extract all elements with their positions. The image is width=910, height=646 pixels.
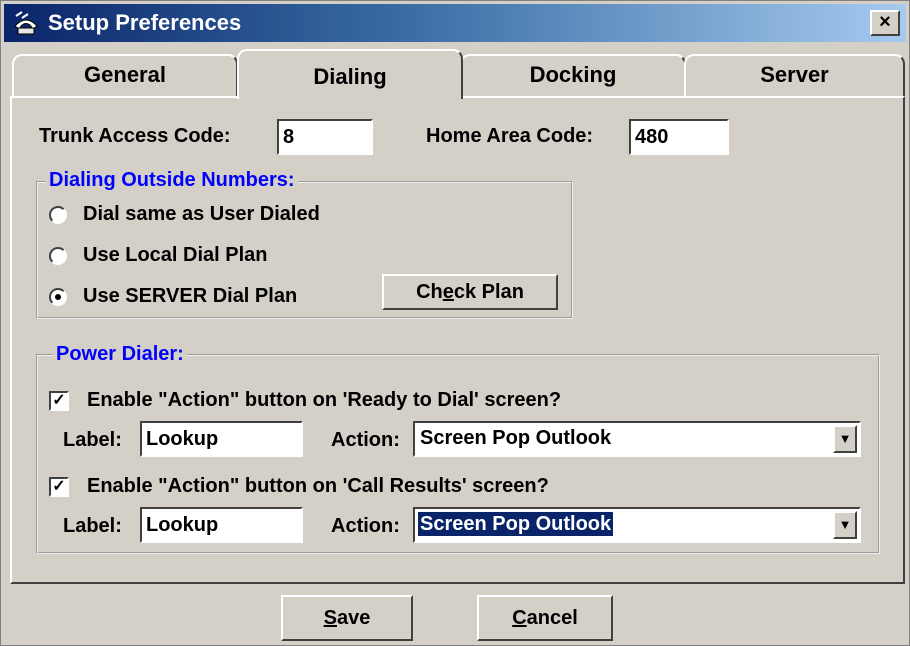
results-action-caption: Action: bbox=[331, 515, 400, 537]
close-button[interactable]: × bbox=[870, 10, 900, 36]
radio-use-local-dial-plan[interactable] bbox=[49, 247, 67, 265]
results-label-input[interactable]: Lookup bbox=[140, 507, 303, 543]
results-action-dropdown-arrow[interactable]: ▼ bbox=[833, 511, 857, 539]
radio-label-dial-same: Dial same as User Dialed bbox=[83, 203, 320, 225]
radio-dial-same-as-user[interactable] bbox=[49, 206, 67, 224]
results-action-value: Screen Pop Outlook bbox=[418, 512, 614, 536]
radio-label-server-plan: Use SERVER Dial Plan bbox=[83, 285, 298, 307]
tab-server[interactable]: Server bbox=[684, 54, 905, 96]
window-title: Setup Preferences bbox=[48, 10, 242, 35]
check-plan-text-start: Ch bbox=[416, 281, 443, 303]
trunk-access-code-input[interactable]: 8 bbox=[277, 119, 373, 155]
radio-label-local-plan: Use Local Dial Plan bbox=[83, 244, 268, 266]
dialing-outside-numbers-legend: Dialing Outside Numbers: bbox=[46, 168, 298, 192]
ready-label-input[interactable]: Lookup bbox=[140, 421, 303, 457]
check-plan-button[interactable]: Check Plan bbox=[382, 274, 558, 310]
check-plan-accelerator: e bbox=[442, 281, 454, 303]
save-accelerator: S bbox=[323, 607, 337, 629]
ready-action-value: Screen Pop Outlook bbox=[420, 427, 612, 449]
ready-label-caption: Label: bbox=[63, 429, 122, 451]
ready-action-dropdown-arrow[interactable]: ▼ bbox=[833, 425, 857, 453]
power-dialer-legend: Power Dialer: bbox=[53, 342, 187, 366]
enable-action-results-label: Enable "Action" button on 'Call Results'… bbox=[87, 475, 549, 497]
check-plan-text-end: ck Plan bbox=[453, 281, 524, 303]
tab-docking[interactable]: Docking bbox=[460, 54, 686, 96]
phone-icon bbox=[14, 11, 38, 35]
save-label-rest: ave bbox=[336, 607, 371, 629]
cancel-label-rest: ancel bbox=[526, 607, 578, 629]
enable-action-ready-label: Enable "Action" button on 'Ready to Dial… bbox=[87, 389, 562, 411]
tab-dialing[interactable]: Dialing bbox=[237, 49, 463, 99]
ready-action-caption: Action: bbox=[331, 429, 400, 451]
setup-preferences-window: Setup Preferences × General Dialing Dock… bbox=[0, 0, 910, 646]
home-area-code-input[interactable]: 480 bbox=[629, 119, 729, 155]
tab-general[interactable]: General bbox=[12, 54, 238, 96]
cancel-accelerator: C bbox=[512, 607, 527, 629]
enable-action-results-checkbox[interactable]: ✓ bbox=[49, 477, 69, 497]
title-bar[interactable]: Setup Preferences × bbox=[4, 4, 906, 42]
cancel-button[interactable]: Cancel bbox=[477, 595, 613, 641]
radio-use-server-dial-plan[interactable] bbox=[49, 288, 67, 306]
ready-action-select[interactable]: Screen Pop Outlook ▼ bbox=[413, 421, 861, 457]
save-button[interactable]: Save bbox=[281, 595, 413, 641]
radio-selected-dot bbox=[55, 294, 61, 300]
results-action-select[interactable]: Screen Pop Outlook ▼ bbox=[413, 507, 861, 543]
home-area-code-label: Home Area Code: bbox=[426, 125, 594, 147]
results-label-caption: Label: bbox=[63, 515, 122, 537]
trunk-access-code-label: Trunk Access Code: bbox=[39, 125, 231, 147]
enable-action-ready-checkbox[interactable]: ✓ bbox=[49, 391, 69, 411]
